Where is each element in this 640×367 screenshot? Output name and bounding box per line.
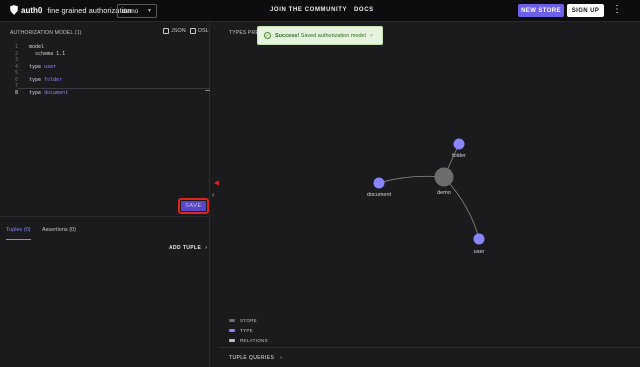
success-toast: ✓ Success! Saved authorization model × bbox=[257, 26, 383, 45]
save-button[interactable]: SAVE bbox=[181, 201, 206, 211]
close-icon[interactable]: × bbox=[370, 33, 373, 39]
legend-item: TYPE bbox=[229, 325, 268, 335]
tuple-queries-label: TUPLE QUERIES bbox=[229, 355, 275, 361]
copy-icon bbox=[190, 28, 196, 34]
toast-text: Success! Saved authorization model bbox=[275, 33, 366, 39]
type-node-folder[interactable] bbox=[453, 138, 465, 150]
code-type-name: user bbox=[44, 63, 57, 70]
types-preview-panel: TYPES PREVIEW demo folder document user … bbox=[219, 22, 640, 367]
model-panel: AUTHORIZATION MODEL (1) JSON DSL 1 model … bbox=[0, 22, 210, 367]
code-keyword: type bbox=[29, 63, 45, 70]
node-label-user: user bbox=[474, 249, 485, 255]
shield-icon bbox=[10, 5, 18, 15]
store-node[interactable] bbox=[434, 167, 454, 187]
types-graph[interactable]: demo folder document user bbox=[219, 22, 640, 347]
tab-tuples[interactable]: Tuples (0) bbox=[6, 227, 31, 233]
more-menu-icon[interactable]: ⋮ bbox=[612, 4, 622, 17]
active-line-highlight bbox=[17, 88, 210, 89]
dsl-label: DSL bbox=[198, 28, 209, 34]
tuples-tabs: Tuples (0) Assertions (0) bbox=[0, 216, 210, 240]
model-panel-title: AUTHORIZATION MODEL (1) bbox=[10, 30, 82, 36]
node-label-document: document bbox=[367, 192, 392, 198]
scrollbar[interactable] bbox=[205, 90, 210, 91]
add-tuple-label: ADD TUPLE bbox=[169, 245, 202, 251]
code-keyword: type bbox=[29, 76, 45, 83]
store-select-value: demo bbox=[122, 7, 139, 15]
legend-label: TYPE bbox=[240, 327, 253, 333]
json-toggle[interactable]: JSON bbox=[163, 28, 186, 34]
type-node-document[interactable] bbox=[373, 177, 385, 189]
check-circle-icon: ✓ bbox=[264, 32, 271, 39]
legend-label: RELATIONS bbox=[240, 337, 268, 343]
nav-docs[interactable]: DOCS bbox=[354, 7, 374, 13]
node-label-folder: folder bbox=[452, 153, 466, 159]
logo[interactable]: auth0 fine grained authorization bbox=[10, 5, 132, 15]
add-tuple-button[interactable]: ADD TUPLE › bbox=[169, 245, 207, 251]
active-tab-indicator bbox=[6, 239, 31, 240]
chevron-right-icon: › bbox=[280, 355, 283, 361]
chevron-down-icon: ▼ bbox=[147, 8, 152, 14]
type-node-user[interactable] bbox=[473, 233, 485, 245]
legend-item: RELATIONS bbox=[229, 335, 268, 345]
tuple-queries-toggle[interactable]: TUPLE QUERIES › bbox=[229, 355, 282, 361]
sign-up-button[interactable]: SIGN UP bbox=[567, 4, 604, 17]
legend-label: STORE bbox=[240, 317, 257, 323]
json-label: JSON bbox=[171, 28, 186, 34]
legend-swatch bbox=[229, 338, 235, 342]
code-text: schema 1.1 bbox=[29, 50, 66, 57]
code-type-name: document bbox=[44, 89, 69, 96]
brand-name: auth0 bbox=[21, 5, 43, 15]
store-select[interactable]: demo ▼ bbox=[117, 4, 157, 18]
code-keyword: type bbox=[29, 89, 45, 96]
legend-item: STORE bbox=[229, 315, 268, 325]
top-bar: auth0 fine grained authorization demo ▼ … bbox=[0, 0, 640, 22]
chevron-right-icon: › bbox=[205, 245, 208, 251]
new-store-button[interactable]: NEW STORE bbox=[518, 4, 564, 17]
tuple-queries-bar[interactable]: TUPLE QUERIES › bbox=[219, 347, 640, 367]
code-line: 8 type document bbox=[10, 90, 210, 97]
graph-legend: STORE TYPE RELATIONS bbox=[229, 315, 268, 345]
toast-message: Saved authorization model bbox=[299, 32, 366, 39]
code-type-name: folder bbox=[44, 76, 63, 83]
collapse-panel-icon[interactable]: ‹ bbox=[212, 192, 214, 199]
tab-assertions[interactable]: Assertions (0) bbox=[42, 227, 76, 233]
dsl-toggle[interactable]: DSL bbox=[190, 28, 209, 34]
copy-icon bbox=[163, 28, 169, 34]
node-label-demo: demo bbox=[437, 190, 451, 196]
toast-title: Success! bbox=[275, 32, 300, 39]
legend-swatch bbox=[229, 318, 235, 322]
legend-swatch bbox=[229, 328, 235, 332]
line-number: 8 bbox=[14, 89, 18, 96]
nav-join-community[interactable]: JOIN THE COMMUNITY bbox=[270, 7, 347, 13]
